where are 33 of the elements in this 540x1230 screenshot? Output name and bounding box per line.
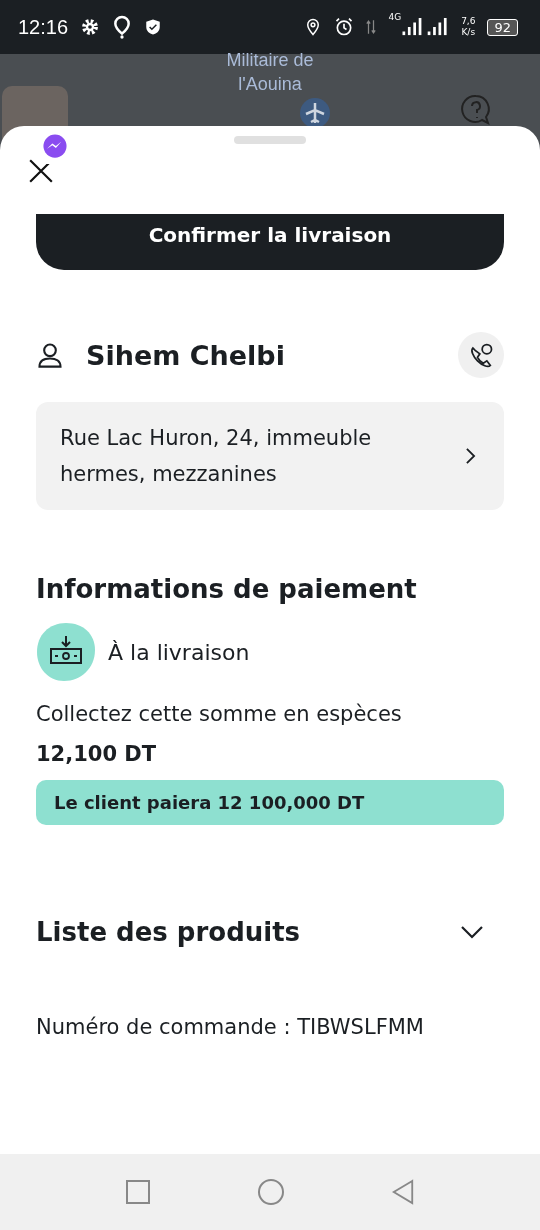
order-number: Numéro de commande : TIBWSLFMM bbox=[36, 1015, 425, 1039]
payment-instruction: Collectez cette somme en espèces bbox=[36, 702, 403, 726]
address-text: Rue Lac Huron, 24, immeuble hermes, mezzanines bbox=[60, 425, 373, 488]
cash-payment-icon bbox=[36, 622, 96, 682]
section-heading: Liste des produits bbox=[36, 917, 301, 947]
gear-icon bbox=[80, 17, 101, 37]
network-speed: 7,6 K/s bbox=[461, 16, 476, 38]
confirm-delivery-button[interactable]: Confirmer la livraison bbox=[36, 214, 504, 270]
shield-check-icon bbox=[144, 17, 163, 37]
address-card[interactable]: Rue Lac Huron, 24, immeuble hermes, mezzanines bbox=[36, 402, 504, 510]
drag-handle[interactable] bbox=[234, 136, 306, 144]
amount-due: 12,100 DT bbox=[36, 742, 158, 766]
chevron-right-icon bbox=[465, 447, 476, 465]
battery-level: 92 bbox=[487, 18, 518, 36]
call-chat-button[interactable] bbox=[458, 332, 504, 378]
customer-name: Sihem Chelbi bbox=[86, 339, 286, 371]
network-type: 4G bbox=[388, 12, 402, 22]
data-arrows-icon bbox=[366, 18, 377, 36]
clock-time: 12:16 bbox=[18, 15, 69, 39]
location-pin-icon bbox=[112, 14, 133, 40]
close-icon[interactable] bbox=[28, 158, 54, 184]
circle-nav-icon[interactable] bbox=[257, 1178, 285, 1206]
back-triangle-icon[interactable] bbox=[391, 1178, 415, 1206]
square-nav-icon[interactable] bbox=[125, 1179, 151, 1205]
map-place-label: Militaire de l'Aouina bbox=[225, 49, 315, 96]
alarm-clock-icon bbox=[334, 17, 355, 37]
payment-banner: Le client paiera 12 100,000 DT bbox=[36, 780, 504, 825]
products-toggle[interactable]: Liste des produits bbox=[36, 917, 504, 947]
payment-method: À la livraison bbox=[108, 639, 250, 665]
person-icon bbox=[36, 341, 64, 369]
airplane-icon bbox=[300, 98, 330, 128]
section-heading: Informations de paiement bbox=[36, 574, 418, 604]
signal-bars-icon bbox=[401, 18, 450, 36]
